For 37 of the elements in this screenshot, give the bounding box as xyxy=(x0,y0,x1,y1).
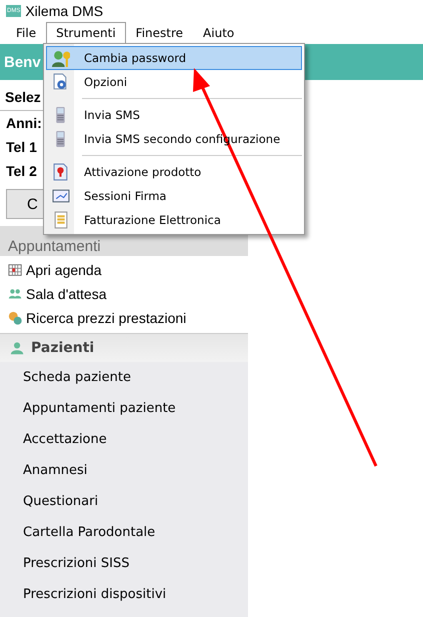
section-title: Appuntamenti xyxy=(8,238,101,254)
field-label: Tel 2 xyxy=(6,162,37,181)
menu-item[interactable]: Aiuto xyxy=(193,22,244,43)
menu-item[interactable]: Finestre xyxy=(126,22,194,43)
section-title: Pazienti xyxy=(31,340,94,356)
person-icon xyxy=(10,340,25,356)
panel-header-text: Selez xyxy=(5,89,41,105)
users-key-icon xyxy=(52,49,70,67)
window-title: Xilema DMS xyxy=(25,3,104,19)
nav-item[interactable]: Appuntamenti paziente xyxy=(23,401,176,416)
nav-item[interactable]: Ricerca prezzi prestazioni xyxy=(26,310,186,326)
nav-item[interactable]: Anamnesi xyxy=(23,463,88,478)
menu-item[interactable]: Strumenti xyxy=(46,22,126,43)
menu-item[interactable]: File xyxy=(6,22,46,43)
nav-item[interactable]: Questionari xyxy=(23,494,98,509)
nav-item[interactable]: Prescrizioni dispositivi xyxy=(23,587,166,602)
field-label: Anni: xyxy=(6,114,42,133)
banner-title: Benv xyxy=(4,54,41,70)
menu-option[interactable]: Sessioni Firma xyxy=(46,184,302,208)
field-label: Tel 1 xyxy=(6,138,37,157)
people-icon xyxy=(8,286,23,302)
menu-option[interactable]: Attivazione prodotto xyxy=(46,160,302,184)
menu-option[interactable]: Cambia password xyxy=(46,46,302,70)
nav-item[interactable]: Apri agenda xyxy=(26,262,102,278)
certificate-icon xyxy=(52,163,70,181)
menu-option[interactable]: Opzioni xyxy=(46,70,302,94)
nav-item[interactable]: Scheda paziente xyxy=(23,370,131,385)
nav-item[interactable]: Sala d'attesa xyxy=(26,286,107,302)
nav-item[interactable]: Accettazione xyxy=(23,432,107,447)
document-icon xyxy=(52,211,70,229)
signature-pad-icon xyxy=(52,187,70,205)
menu-option[interactable]: Invia SMS xyxy=(46,103,302,127)
nav-item[interactable]: Cartella Parodontale xyxy=(23,525,156,540)
calendar-icon xyxy=(8,262,23,278)
section-header[interactable]: Pazienti xyxy=(0,333,248,362)
coins-icon xyxy=(8,310,23,326)
nav-item[interactable]: Prescrizioni SISS xyxy=(23,556,130,571)
